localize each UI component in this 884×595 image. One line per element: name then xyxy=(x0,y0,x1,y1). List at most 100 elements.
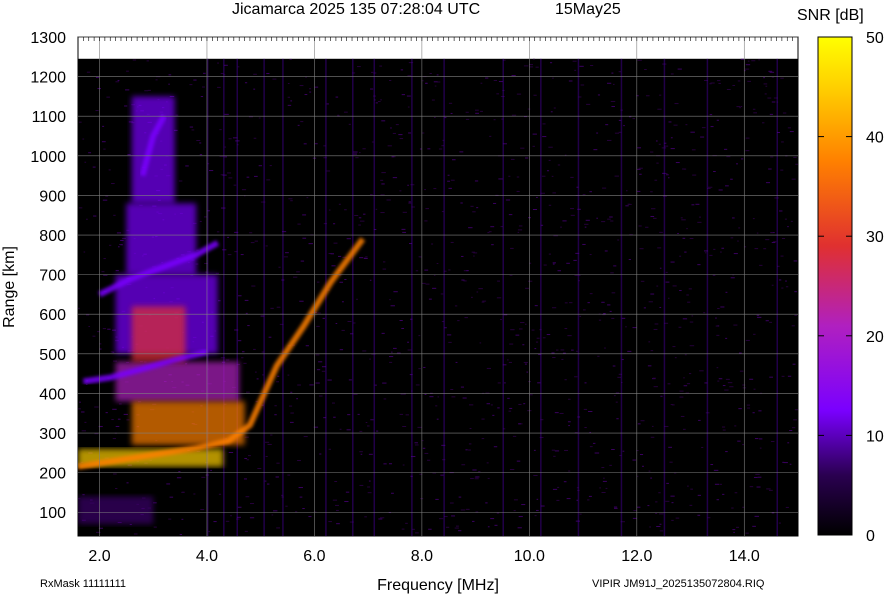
noise-speck xyxy=(462,397,467,399)
noise-speck xyxy=(532,133,537,135)
noise-speck xyxy=(781,375,785,377)
noise-speck xyxy=(112,329,116,331)
noise-speck xyxy=(388,356,394,358)
noise-speck xyxy=(548,159,551,161)
noise-speck xyxy=(344,209,347,211)
noise-speck xyxy=(168,74,172,76)
noise-speck xyxy=(270,307,274,309)
noise-speck xyxy=(525,287,530,289)
noise-speck xyxy=(244,82,248,84)
noise-speck xyxy=(677,232,679,234)
noise-speck xyxy=(344,501,349,503)
noise-speck xyxy=(752,525,756,527)
noise-speck xyxy=(716,80,721,82)
noise-speck xyxy=(674,103,679,105)
noise-speck xyxy=(579,65,584,67)
noise-speck xyxy=(497,407,500,409)
noise-speck xyxy=(266,179,271,181)
noise-speck xyxy=(687,301,691,303)
noise-speck xyxy=(570,214,575,216)
noise-speck xyxy=(381,332,385,334)
interference-streak xyxy=(236,58,239,536)
noise-speck xyxy=(701,127,706,129)
noise-speck xyxy=(717,380,720,382)
noise-speck xyxy=(787,127,791,129)
noise-speck xyxy=(740,58,745,60)
noise-speck xyxy=(486,462,489,464)
noise-speck xyxy=(579,513,582,515)
noise-speck xyxy=(639,173,642,175)
noise-speck xyxy=(407,75,411,77)
noise-speck xyxy=(436,418,439,420)
noise-speck xyxy=(213,521,217,523)
noise-speck xyxy=(440,293,444,295)
echo-region xyxy=(115,361,240,402)
noise-speck xyxy=(628,203,632,205)
noise-speck xyxy=(407,341,410,343)
noise-speck xyxy=(534,515,537,517)
noise-speck xyxy=(166,483,171,485)
noise-speck xyxy=(590,65,594,67)
noise-speck xyxy=(759,264,763,266)
noise-speck xyxy=(490,404,493,406)
noise-speck xyxy=(487,526,490,528)
noise-speck xyxy=(638,225,642,227)
noise-speck xyxy=(550,111,553,113)
noise-speck xyxy=(612,365,616,367)
noise-speck xyxy=(551,449,556,451)
noise-speck xyxy=(357,66,361,68)
noise-speck xyxy=(341,301,344,303)
noise-speck xyxy=(487,477,490,479)
noise-speck xyxy=(714,483,720,485)
noise-speck xyxy=(493,446,498,448)
noise-speck xyxy=(233,184,237,186)
noise-speck xyxy=(457,320,460,322)
noise-speck xyxy=(567,421,571,423)
noise-speck xyxy=(720,306,725,308)
noise-speck xyxy=(246,459,249,461)
noise-speck xyxy=(752,412,755,414)
noise-speck xyxy=(490,518,495,520)
noise-speck xyxy=(296,271,300,273)
noise-speck xyxy=(155,79,158,81)
noise-speck xyxy=(244,530,248,532)
noise-speck xyxy=(109,244,112,246)
noise-speck xyxy=(520,147,525,149)
noise-speck xyxy=(763,248,767,250)
noise-speck xyxy=(738,227,741,229)
noise-speck xyxy=(550,62,553,64)
noise-speck xyxy=(84,421,87,423)
noise-speck xyxy=(510,247,514,249)
noise-speck xyxy=(299,85,304,87)
noise-speck xyxy=(127,154,131,156)
x-tick-label: 6.0 xyxy=(303,548,325,565)
noise-speck xyxy=(191,129,195,131)
noise-speck xyxy=(722,493,725,495)
noise-speck xyxy=(390,305,395,307)
noise-speck xyxy=(582,194,586,196)
noise-speck xyxy=(740,106,743,108)
noise-speck xyxy=(113,214,116,216)
noise-speck xyxy=(653,386,658,388)
y-tick-label: 400 xyxy=(39,386,66,403)
noise-speck xyxy=(460,509,466,511)
noise-speck xyxy=(370,88,374,90)
noise-speck xyxy=(650,350,654,352)
noise-speck xyxy=(362,148,366,150)
noise-speck xyxy=(254,240,258,242)
noise-speck xyxy=(668,121,672,123)
noise-speck xyxy=(535,66,539,68)
noise-speck xyxy=(552,192,556,194)
noise-speck xyxy=(326,103,329,105)
noise-speck xyxy=(564,379,567,381)
y-tick-label: 1100 xyxy=(32,109,67,126)
noise-speck xyxy=(579,315,582,317)
noise-speck xyxy=(496,297,502,299)
noise-speck xyxy=(511,114,517,116)
noise-speck xyxy=(470,296,473,298)
noise-speck xyxy=(725,451,728,453)
noise-speck xyxy=(436,263,439,265)
footer-rxmask: RxMask 11111111 xyxy=(40,578,126,590)
noise-speck xyxy=(682,318,688,320)
noise-speck xyxy=(508,175,511,177)
